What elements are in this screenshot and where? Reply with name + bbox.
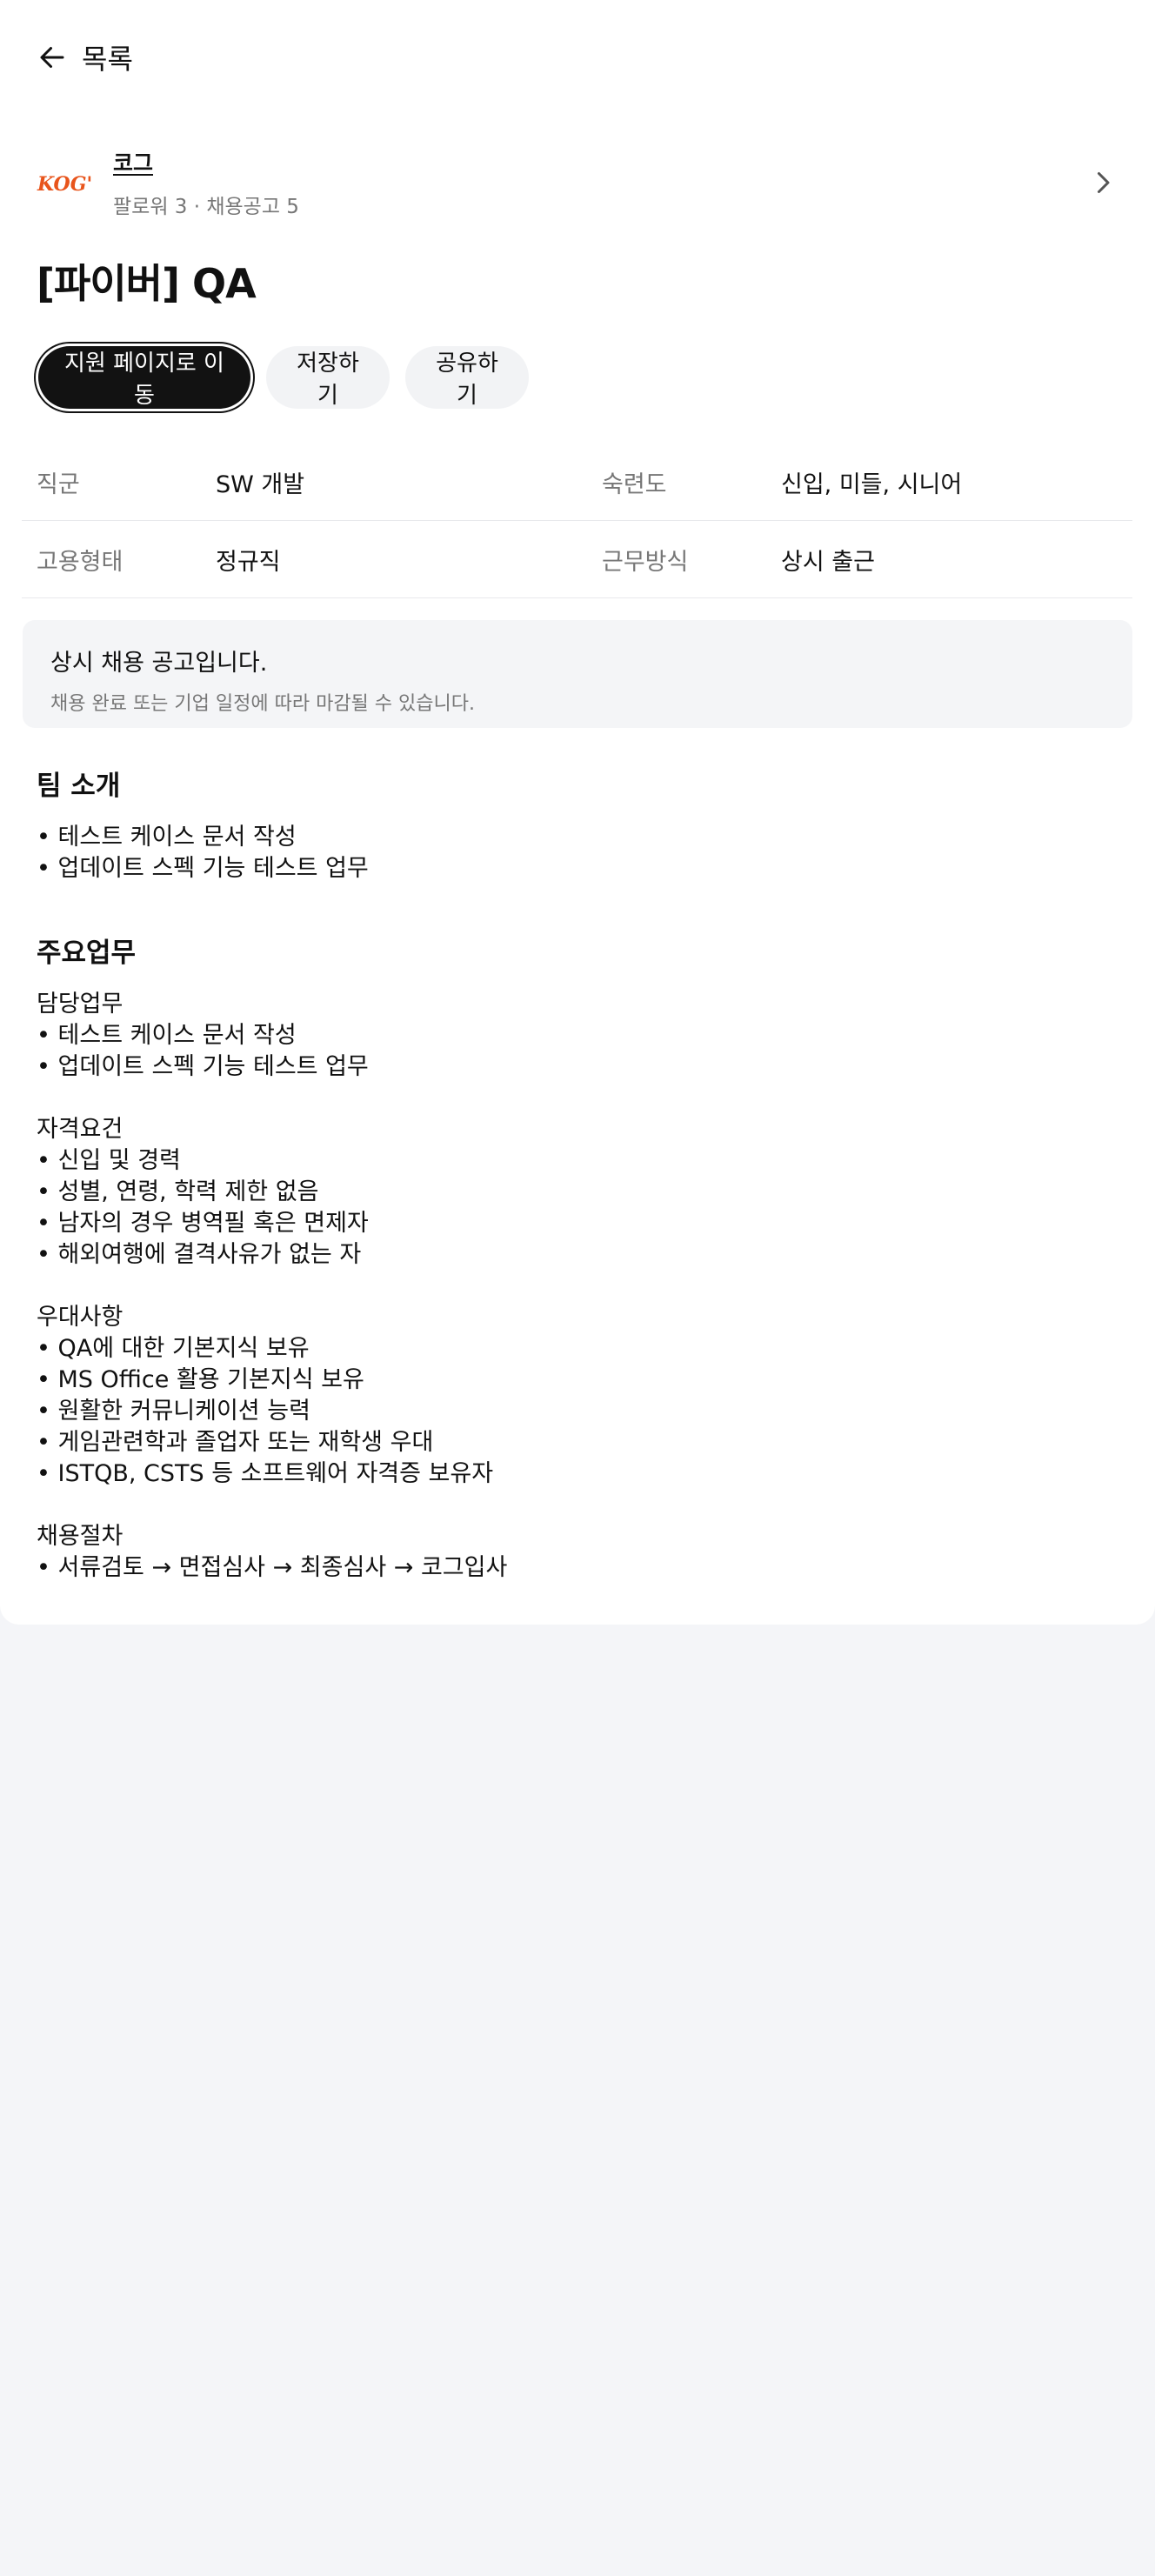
job-title: [파이버] QA [37, 260, 257, 307]
main-duties-section: 주요업무 담당업무 • 테스트 케이스 문서 작성 • 업데이트 스펙 기능 테… [37, 931, 1115, 1584]
block-title: 채용절차 [37, 1523, 124, 1550]
list-item: • 게임관련학과 졸업자 또는 재학생 우대 [37, 1429, 434, 1456]
job-category-label: 직군 [37, 470, 80, 498]
list-item: • 테스트 케이스 문서 작성 [37, 824, 297, 851]
job-detail-card: 목록 KOG' 코그 팔로워 3 · 채용공고 5 [파이버] QA 지원 페이… [0, 0, 1155, 1625]
save-button[interactable]: 저장하기 [266, 346, 390, 409]
block-title: 우대사항 [37, 1304, 124, 1331]
block-title: 자격요건 [37, 1116, 124, 1143]
experience-label: 숙련도 [602, 470, 667, 498]
back-label: 목록 [82, 43, 133, 76]
arrow-left-icon [40, 47, 64, 68]
list-item: • 신입 및 경력 [37, 1147, 181, 1174]
company-name[interactable]: 코그 [113, 146, 1087, 177]
details-row: 고용형태 정규직 근무방식 상시 출근 [22, 521, 1132, 598]
notice-title: 상시 채용 공고입니다. [50, 650, 268, 677]
apply-button[interactable]: 지원 페이지로 이동 [38, 346, 250, 409]
list-item: • ISTQB, CSTS 등 소프트웨어 자격증 보유자 [37, 1460, 494, 1487]
experience-value: 신입, 미들, 시니어 [781, 470, 963, 498]
list-item: • 원활한 커뮤니케이션 능력 [37, 1398, 310, 1425]
share-button[interactable]: 공유하기 [405, 346, 529, 409]
list-item: • 해외여행에 결격사유가 없는 자 [37, 1241, 362, 1268]
notice-subtitle: 채용 완료 또는 기업 일정에 따라 마감될 수 있습니다. [50, 693, 475, 715]
team-intro-section: 팀 소개 • 테스트 케이스 문서 작성 • 업데이트 스펙 기능 테스트 업무 [37, 764, 1115, 884]
list-item: • 서류검토 → 면접심사 → 최종심사 → 코그입사 [37, 1554, 508, 1581]
employment-type-label: 고용형태 [37, 548, 124, 576]
list-item: • 남자의 경우 병역필 혹은 면제자 [37, 1210, 369, 1237]
block-title: 담당업무 [37, 991, 124, 1018]
kog-logo-icon: KOG' [37, 173, 92, 196]
work-style-value: 상시 출근 [781, 548, 875, 576]
employment-type-value: 정규직 [216, 548, 281, 576]
job-details-table: 직군 SW 개발 숙련도 신입, 미들, 시니어 고용형태 정규직 근무방식 상… [22, 444, 1132, 598]
company-logo: KOG' [37, 155, 92, 210]
list-item: • MS Office 활용 기본지식 보유 [37, 1366, 364, 1393]
always-hiring-notice: 상시 채용 공고입니다. 채용 완료 또는 기업 일정에 따라 마감될 수 있습… [23, 620, 1132, 728]
work-style-label: 근무방식 [602, 548, 689, 576]
team-intro-heading: 팀 소개 [37, 771, 121, 802]
list-item: • 업데이트 스펙 기능 테스트 업무 [37, 855, 369, 882]
company-row[interactable]: KOG' 코그 팔로워 3 · 채용공고 5 [37, 146, 1118, 219]
details-row: 직군 SW 개발 숙련도 신입, 미들, 시니어 [22, 444, 1132, 521]
chevron-right-icon[interactable] [1087, 167, 1118, 198]
list-item: • QA에 대한 기본지식 보유 [37, 1335, 310, 1362]
action-buttons: 지원 페이지로 이동 저장하기 공유하기 [37, 346, 529, 409]
svg-text:KOG': KOG' [37, 173, 92, 196]
main-duties-heading: 주요업무 [37, 938, 137, 969]
list-item: • 업데이트 스펙 기능 테스트 업무 [37, 1053, 369, 1080]
company-meta: 팔로워 3 · 채용공고 5 [113, 196, 299, 218]
list-item: • 성별, 연령, 학력 제한 없음 [37, 1178, 319, 1205]
back-to-list-button[interactable]: 목록 [37, 35, 133, 80]
job-category-value: SW 개발 [216, 470, 305, 498]
list-item: • 테스트 케이스 문서 작성 [37, 1022, 297, 1049]
